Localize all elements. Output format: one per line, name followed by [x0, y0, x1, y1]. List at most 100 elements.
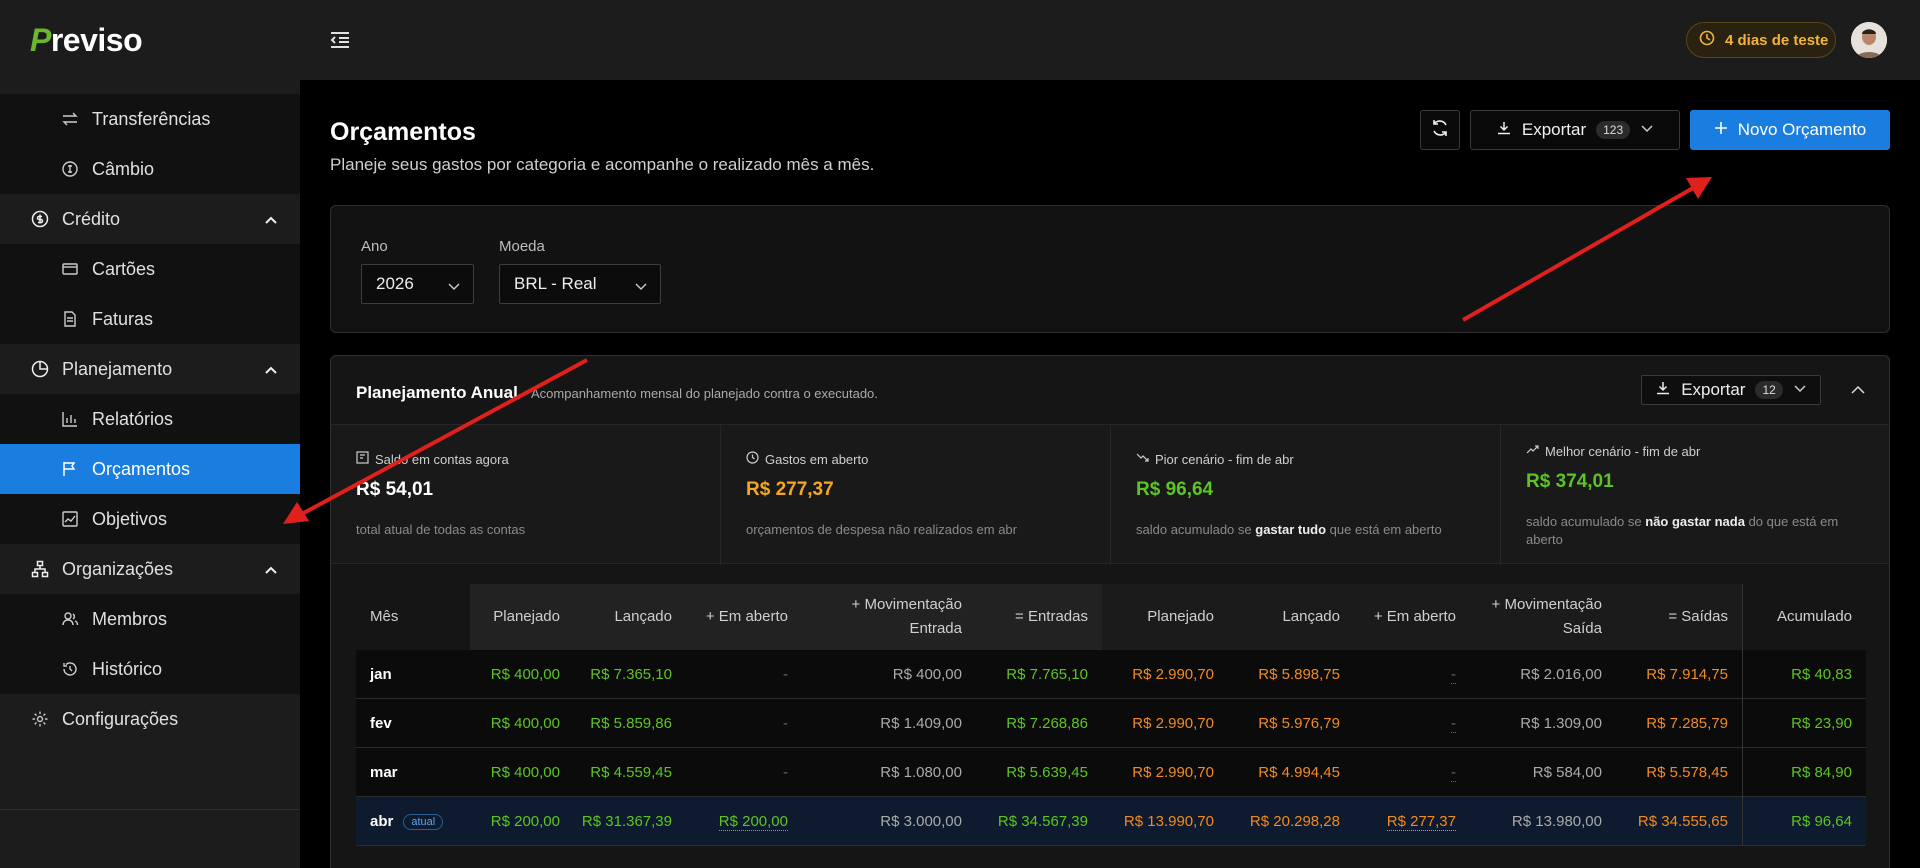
sidebar-item-cambio[interactable]: Câmbio: [0, 144, 300, 194]
currency-select[interactable]: BRL - Real: [499, 264, 661, 304]
cell-in-planned: R$ 400,00: [490, 666, 560, 683]
trial-badge[interactable]: 4 dias de teste: [1686, 22, 1836, 58]
cell-in-open[interactable]: -: [686, 699, 802, 748]
col-in-planned: Planejado: [493, 608, 560, 625]
year-select[interactable]: 2026: [361, 264, 474, 304]
gear-icon: [30, 709, 50, 729]
plus-icon: [1714, 120, 1728, 140]
filter-card: Ano 2026 Moeda BRL - Real: [330, 205, 1890, 333]
kpi-balance: Saldo em contas agora R$ 54,01 total atu…: [331, 425, 721, 565]
col-in-open: + Em aberto: [705, 608, 788, 625]
cell-out-posted: R$ 5.898,75: [1258, 666, 1340, 683]
cell-in-total: R$ 7.765,10: [1006, 666, 1088, 683]
cell-in-planned: R$ 200,00: [490, 813, 560, 830]
chevron-up-icon: [264, 561, 278, 582]
sidebar-item-faturas[interactable]: Faturas: [0, 294, 300, 344]
flag-icon: [60, 459, 80, 479]
cell-in-posted: R$ 7.365,10: [590, 666, 672, 683]
download-icon: [1655, 380, 1671, 401]
cell-month: abr atual: [356, 797, 470, 846]
kpi-best-case-note: saldo acumulado se não gastar nada do qu…: [1526, 514, 1839, 547]
sidebar-item-relatorios[interactable]: Relatórios: [0, 394, 300, 444]
refresh-icon: [1430, 118, 1450, 143]
cell-in-planned: R$ 400,00: [490, 715, 560, 732]
plan-export-button[interactable]: Exportar 12: [1641, 375, 1821, 405]
cell-in-posted: R$ 5.859,86: [590, 715, 672, 732]
avatar[interactable]: [1851, 22, 1887, 58]
cell-out-open[interactable]: -: [1354, 699, 1470, 748]
clock-icon: [1699, 30, 1715, 50]
col-in-mov: + Movimentação Entrada: [851, 596, 962, 637]
cell-in-open[interactable]: -: [686, 650, 802, 699]
cell-out-planned: R$ 13.990,70: [1123, 813, 1214, 830]
menu-collapse-icon[interactable]: [328, 28, 352, 52]
col-accumulated: Acumulado: [1776, 608, 1852, 625]
page-subtitle: Planeje seus gastos por categoria e acom…: [330, 155, 875, 174]
cell-in-posted: R$ 4.559,45: [590, 764, 672, 781]
kpi-balance-note: total atual de todas as contas: [356, 522, 526, 537]
cell-in-mov: R$ 400,00: [892, 666, 962, 683]
cell-in-planned: R$ 400,00: [490, 764, 560, 781]
sidebar-group-organizacoes[interactable]: Organizações: [0, 544, 300, 594]
bar-chart-icon: [60, 409, 80, 429]
cell-out-total: R$ 5.578,45: [1646, 764, 1728, 781]
col-out-posted: Lançado: [1282, 608, 1340, 625]
card-icon: [60, 259, 80, 279]
kpi-worst-case: Pior cenário - fim de abr R$ 96,64 saldo…: [1111, 425, 1501, 565]
col-out-open: + Em aberto: [1373, 608, 1456, 625]
org-tree-icon: [30, 559, 50, 579]
chevron-down-icon: [1640, 120, 1654, 140]
col-month: Mês: [370, 608, 399, 625]
users-icon: [60, 609, 80, 629]
cell-acc: R$ 23,90: [1791, 715, 1852, 732]
col-out-total: = Saídas: [1668, 608, 1728, 625]
sidebar-item-membros[interactable]: Membros: [0, 594, 300, 644]
table-row[interactable]: mar R$ 400,00 R$ 4.559,45- R$ 1.080,00 R$ 5.…: [356, 748, 1866, 797]
kpi-worst-case-note: saldo acumulado se gastar tudo que está …: [1136, 522, 1442, 537]
currency-label: Moeda: [499, 238, 545, 255]
table-row[interactable]: abr atual R$ 200,00 R$ 31.367,39 R$ 200,00 R$…: [356, 797, 1866, 846]
page-title: Orçamentos: [330, 118, 476, 146]
cell-out-open[interactable]: -: [1354, 650, 1470, 699]
kpi-best-case: Melhor cenário - fim de abr R$ 374,01 sa…: [1501, 425, 1889, 565]
sidebar-item-cartoes[interactable]: Cartões: [0, 244, 300, 294]
cell-out-open[interactable]: -: [1354, 748, 1470, 797]
cell-in-mov: R$ 3.000,00: [880, 813, 962, 830]
table-row[interactable]: jan R$ 400,00 R$ 7.365,10- R$ 400,00 R$ 7.76…: [356, 650, 1866, 699]
chevron-up-icon: [264, 211, 278, 232]
sidebar-group-credito[interactable]: Crédito: [0, 194, 300, 244]
cell-out-mov: R$ 2.016,00: [1520, 666, 1602, 683]
sidebar-item-objetivos[interactable]: Objetivos: [0, 494, 300, 544]
sidebar-group-planejamento[interactable]: Planejamento: [0, 344, 300, 394]
cell-acc: R$ 96,64: [1791, 813, 1852, 830]
cell-out-planned: R$ 2.990,70: [1132, 764, 1214, 781]
cell-in-open[interactable]: -: [686, 748, 802, 797]
kpi-balance-value: R$ 54,01: [356, 479, 434, 500]
cell-out-open[interactable]: R$ 277,37: [1354, 797, 1470, 846]
cell-acc: R$ 84,90: [1791, 764, 1852, 781]
collapse-chevron-up-icon[interactable]: [1849, 381, 1867, 399]
dollar-circle-icon: [30, 209, 50, 229]
cell-out-mov: R$ 13.980,00: [1511, 813, 1602, 830]
cell-in-open[interactable]: R$ 200,00: [686, 797, 802, 846]
trend-up-icon: [1526, 443, 1539, 459]
refresh-button[interactable]: [1420, 110, 1460, 150]
plan-subtitle: Acompanhamento mensal do planejado contr…: [531, 386, 878, 401]
chevron-down-icon: [634, 278, 648, 298]
cell-out-planned: R$ 2.990,70: [1132, 715, 1214, 732]
new-budget-button[interactable]: Novo Orçamento: [1690, 110, 1890, 150]
sidebar-item-configuracoes[interactable]: Configurações: [0, 694, 300, 744]
logo[interactable]: Previso: [30, 22, 143, 59]
cell-out-planned: R$ 2.990,70: [1132, 666, 1214, 683]
chevron-down-icon: [1793, 380, 1807, 400]
export-button[interactable]: Exportar 123: [1470, 110, 1680, 150]
sidebar-divider: [0, 809, 300, 810]
sidebar-item-historico[interactable]: Histórico: [0, 644, 300, 694]
sidebar-item-orcamentos[interactable]: Orçamentos: [0, 444, 300, 494]
exchange-icon: [60, 159, 80, 179]
sidebar-item-transferencias[interactable]: Transferências: [0, 94, 300, 144]
col-out-mov: + Movimentação Saída: [1491, 596, 1602, 637]
table-row[interactable]: fev R$ 400,00 R$ 5.859,86- R$ 1.409,00 R$ 7.…: [356, 699, 1866, 748]
wallet-icon: [356, 451, 369, 467]
invoice-icon: [60, 309, 80, 329]
